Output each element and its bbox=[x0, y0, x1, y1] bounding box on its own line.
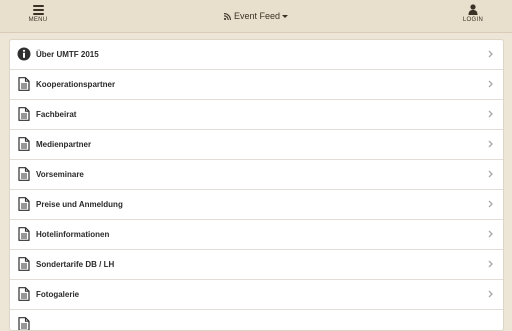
document-icon bbox=[17, 137, 31, 151]
document-icon bbox=[17, 257, 31, 271]
document-icon bbox=[17, 107, 31, 121]
chevron-right-icon bbox=[488, 170, 493, 178]
list-item-label: Preise und Anmeldung bbox=[36, 200, 123, 209]
list-item-kooperationspartner[interactable]: Kooperationspartner bbox=[10, 70, 503, 100]
list-item-preise-und-anmeldung[interactable]: Preise und Anmeldung bbox=[10, 190, 503, 220]
hamburger-icon bbox=[32, 5, 44, 15]
document-icon bbox=[17, 167, 31, 181]
chevron-right-icon bbox=[488, 80, 493, 88]
list-item-hotelinformationen[interactable]: Hotelinformationen bbox=[10, 220, 503, 250]
list-item-label: Vorseminare bbox=[36, 170, 84, 179]
chevron-right-icon bbox=[488, 290, 493, 298]
document-icon bbox=[17, 227, 31, 241]
document-icon bbox=[17, 197, 31, 211]
list-item-label: Medienpartner bbox=[36, 140, 92, 149]
navigation-list: Über UMTF 2015 Kooperationspartner Fachb… bbox=[9, 39, 504, 331]
list-item-fachbeirat[interactable]: Fachbeirat bbox=[10, 100, 503, 130]
list-item-vorseminare[interactable]: Vorseminare bbox=[10, 160, 503, 190]
document-icon bbox=[17, 77, 31, 91]
list-item-label: Sondertarife DB / LH bbox=[36, 260, 115, 269]
menu-label: MENU bbox=[28, 17, 48, 23]
info-icon bbox=[17, 47, 31, 61]
list-item-sondertarife[interactable]: Sondertarife DB / LH bbox=[10, 250, 503, 280]
rss-icon bbox=[223, 12, 231, 20]
chevron-right-icon bbox=[488, 260, 493, 268]
chevron-right-icon bbox=[488, 50, 493, 58]
chevron-right-icon bbox=[488, 110, 493, 118]
top-bar: MENU Event Feed LOGIN bbox=[0, 0, 512, 33]
list-item-ueber-umtf[interactable]: Über UMTF 2015 bbox=[10, 40, 503, 70]
list-item-label: Kooperationspartner bbox=[36, 80, 116, 89]
list-item-label: Fachbeirat bbox=[36, 110, 77, 119]
list-item-label: Hotelinformationen bbox=[36, 230, 110, 239]
user-icon bbox=[468, 4, 478, 15]
caret-down-icon bbox=[282, 14, 289, 18]
login-label: LOGIN bbox=[462, 17, 484, 23]
event-feed-dropdown[interactable]: Event Feed bbox=[200, 9, 312, 23]
list-item-fotogalerie[interactable]: Fotogalerie bbox=[10, 280, 503, 310]
chevron-right-icon bbox=[488, 200, 493, 208]
document-icon bbox=[17, 317, 31, 330]
list-item-medienpartner[interactable]: Medienpartner bbox=[10, 130, 503, 160]
list-item-label: Über UMTF 2015 bbox=[36, 50, 99, 59]
chevron-right-icon bbox=[488, 230, 493, 238]
chevron-right-icon bbox=[488, 140, 493, 148]
list-item-label: Fotogalerie bbox=[36, 290, 80, 299]
document-icon bbox=[17, 287, 31, 301]
event-feed-label: Event Feed bbox=[233, 11, 281, 21]
login-button[interactable]: LOGIN bbox=[449, 3, 497, 29]
list-item-partial[interactable] bbox=[10, 310, 503, 330]
menu-button[interactable]: MENU bbox=[14, 3, 62, 29]
